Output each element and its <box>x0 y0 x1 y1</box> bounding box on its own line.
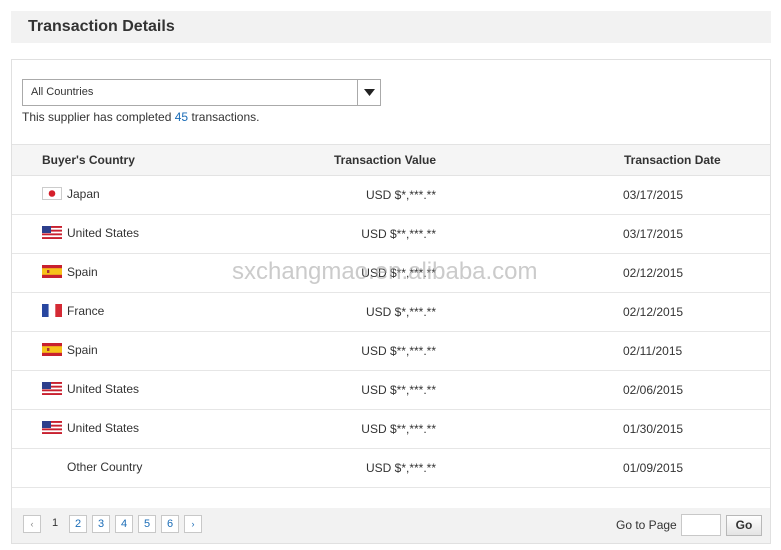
goto-page-label: Go to Page <box>616 518 677 532</box>
transaction-value: USD $**,***.** <box>361 422 436 436</box>
buyer-country: United States <box>67 226 140 240</box>
transaction-value: USD $*,***.** <box>365 188 436 202</box>
summary-suffix: transactions. <box>188 110 260 124</box>
transaction-date: 01/30/2015 <box>623 422 684 436</box>
spain-flag-icon <box>42 343 62 356</box>
transaction-value: USD $**,***.** <box>361 344 436 358</box>
col-transaction-value: Transaction Value <box>334 153 437 167</box>
dropdown-arrow-icon[interactable] <box>357 80 380 105</box>
table-header: Buyer's Country Transaction Value Transa… <box>12 144 770 176</box>
goto-page-input[interactable] <box>681 514 721 536</box>
summary-prefix: This supplier has completed <box>22 110 175 124</box>
prev-page-icon[interactable]: ‹ <box>23 515 41 533</box>
buyer-country: Japan <box>67 187 100 201</box>
transaction-value: USD $*,***.** <box>365 305 436 319</box>
table-row: Spain USD $**,***.** 02/11/2015 <box>12 332 770 371</box>
buyer-country: Other Country <box>67 460 143 474</box>
transaction-date: 02/12/2015 <box>623 305 684 319</box>
us-flag-icon <box>42 421 62 434</box>
page-2[interactable]: 2 <box>69 515 87 533</box>
table-row: France USD $*,***.** 02/12/2015 <box>12 293 770 332</box>
buyer-country: United States <box>67 421 140 435</box>
table-row: United States USD $**,***.** 02/06/2015 <box>12 371 770 410</box>
transaction-date: 02/06/2015 <box>623 383 684 397</box>
transaction-date: 02/11/2015 <box>623 344 683 358</box>
pagination-bar: ‹ 1 2 3 4 5 6 › Go to Page Go <box>12 508 770 543</box>
table-row: United States USD $**,***.** 03/17/2015 <box>12 215 770 254</box>
transaction-value: USD $*,***.** <box>365 461 436 475</box>
transaction-value: USD $**,***.** <box>361 266 436 280</box>
transaction-value: USD $**,***.** <box>361 383 436 397</box>
us-flag-icon <box>42 226 62 239</box>
page-1: 1 <box>51 517 59 529</box>
page-3[interactable]: 3 <box>92 515 110 533</box>
buyer-country: France <box>67 304 105 318</box>
country-filter-value: All Countries <box>31 86 94 98</box>
page-5[interactable]: 5 <box>138 515 156 533</box>
page-title: Transaction Details <box>28 18 175 35</box>
page-6[interactable]: 6 <box>161 515 179 533</box>
buyer-country: Spain <box>67 343 98 357</box>
title-bar: Transaction Details <box>11 11 771 43</box>
spain-flag-icon <box>42 265 62 278</box>
go-button[interactable]: Go <box>726 515 762 536</box>
next-page-icon[interactable]: › <box>184 515 202 533</box>
country-filter-select[interactable]: All Countries <box>22 79 381 106</box>
page-4[interactable]: 4 <box>115 515 133 533</box>
japan-flag-icon <box>42 187 62 200</box>
transaction-date: 01/09/2015 <box>623 461 684 475</box>
transaction-value: USD $**,***.** <box>361 227 436 241</box>
us-flag-icon <box>42 382 62 395</box>
col-buyers-country: Buyer's Country <box>42 153 135 167</box>
transaction-summary: This supplier has completed 45 transacti… <box>22 110 259 124</box>
transaction-count-link[interactable]: 45 <box>175 110 188 124</box>
transaction-date: 02/12/2015 <box>623 266 684 280</box>
table-row: Japan USD $*,***.** 03/17/2015 <box>12 176 770 215</box>
france-flag-icon <box>42 304 62 317</box>
transaction-date: 03/17/2015 <box>623 227 684 241</box>
table-row: Other Country USD $*,***.** 01/09/2015 <box>12 449 770 488</box>
buyer-country: Spain <box>67 265 98 279</box>
buyer-country: United States <box>67 382 140 396</box>
transaction-date: 03/17/2015 <box>623 188 684 202</box>
table-row: Spain USD $**,***.** 02/12/2015 <box>12 254 770 293</box>
table-row: United States USD $**,***.** 01/30/2015 <box>12 410 770 449</box>
col-transaction-date: Transaction Date <box>624 153 721 167</box>
